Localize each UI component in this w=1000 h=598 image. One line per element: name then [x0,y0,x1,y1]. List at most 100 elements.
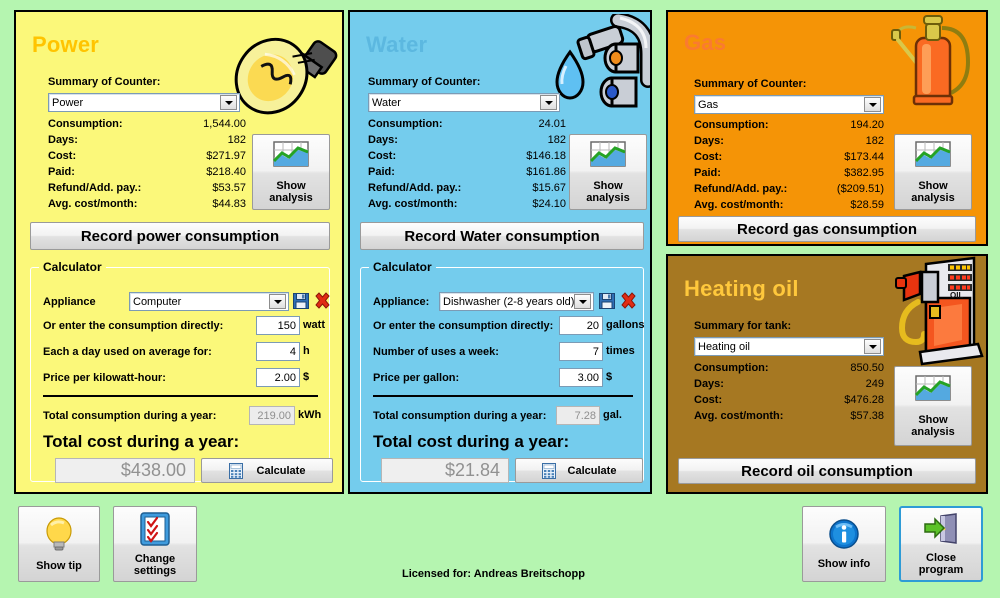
record-power-button[interactable]: Record power consumption [30,222,330,250]
summary-row-value: $161.86 [526,166,566,178]
record-oil-button[interactable]: Record oil consumption [678,458,976,484]
calculator-icon [541,462,556,479]
summary-row-label: Refund/Add. pay.: [368,182,462,194]
close-program-line1: Close [926,551,956,564]
show-analysis-line1: Show [918,179,948,192]
summary-row-label: Paid: [694,167,721,179]
summary-row-label: Paid: [48,166,75,178]
lightbulb-icon [44,516,74,555]
delete-icon[interactable] [314,292,331,312]
record-water-button[interactable]: Record Water consumption [360,222,644,250]
summary-row-label: Cost: [48,150,77,162]
appliance-select-power-value: Computer [133,295,182,308]
hours-per-day-input-power[interactable]: 4 [256,342,300,361]
checklist-icon [140,511,170,549]
summary-row: Paid: $161.86 [368,166,566,182]
total-consumption-label-water: Total consumption during a year: [373,410,547,422]
field-unit-power-2: $ [303,371,310,383]
summary-row: Days: 182 [694,135,884,151]
appliance-label-water: Appliance: [373,296,430,308]
summary-row: Refund/Add. pay.: $53.57 [48,182,246,198]
summary-table-water: Consumption: 24.01 Days: 182 Cost: $146.… [368,118,566,214]
summary-row-value: 24.01 [538,118,566,130]
chevron-down-icon[interactable] [540,95,557,110]
summary-row-value: $146.18 [526,150,566,162]
field-label-power-1: Each a day used on average for: [43,346,212,358]
appliance-select-power[interactable]: Computer [129,292,289,311]
exit-door-icon [923,512,959,548]
counter-select-power[interactable]: Power [48,93,240,112]
summary-row-value: 182 [865,135,884,147]
change-settings-button[interactable]: Change settings [113,506,197,582]
summary-row: Consumption: 850.50 [694,362,884,378]
delete-icon[interactable] [620,292,637,312]
show-analysis-button-gas[interactable]: Show analysis [894,134,972,210]
show-analysis-button-heating-oil[interactable]: Show analysis [894,366,972,446]
counter-select-water[interactable]: Water [368,93,560,112]
tank-select-heating-oil[interactable]: Heating oil [694,337,884,356]
summary-row: Consumption: 194.20 [694,119,884,135]
uses-per-week-input-water[interactable]: 7 [559,342,603,361]
price-input-power[interactable]: 2.00 [256,368,300,387]
info-icon [828,518,860,553]
field-unit-water-2: $ [606,371,613,383]
close-program-button[interactable]: Close program [899,506,983,582]
summary-label-water: Summary of Counter: [368,76,481,88]
panel-power: Power Summary of Counter: Power Consumpt… [14,10,344,494]
summary-label-heating-oil: Summary for tank: [694,320,792,332]
tank-select-heating-oil-value: Heating oil [698,340,750,353]
chevron-down-icon[interactable] [220,95,237,110]
summary-row: Avg. cost/month: $28.59 [694,199,884,215]
chevron-down-icon[interactable] [864,97,881,112]
total-consumption-unit-water: gal. [603,409,622,421]
show-analysis-line1: Show [918,413,948,426]
appliance-select-water[interactable]: Dishwasher (2-8 years old) [439,292,594,311]
save-icon[interactable] [599,293,615,312]
show-analysis-line2: analysis [911,425,955,438]
summary-row: Cost: $271.97 [48,150,246,166]
consumption-input-water[interactable]: 20 [559,316,603,335]
svg-text:OIL: OIL [950,291,963,300]
calculator-icon [228,462,243,479]
summary-row-label: Consumption: [694,362,769,374]
summary-row-value: $28.59 [850,199,884,211]
field-unit-water-0: gallons [606,319,645,331]
counter-select-gas[interactable]: Gas [694,95,884,114]
show-info-label: Show info [817,558,871,570]
save-icon[interactable] [293,293,309,312]
total-cost-label-power: Total cost during a year: [43,432,240,451]
show-tip-button[interactable]: Show tip [18,506,100,582]
summary-row: Consumption: 24.01 [368,118,566,134]
show-analysis-line1: Show [593,179,623,192]
chart-icon [589,140,626,176]
calculate-button-power[interactable]: Calculate [201,458,333,483]
summary-row-value: 194.20 [850,119,884,131]
appliance-label-power: Appliance [43,296,96,308]
summary-row-label: Avg. cost/month: [368,198,458,210]
total-cost-value-power: $438.00 [55,458,195,483]
show-info-button[interactable]: Show info [802,506,886,582]
chevron-down-icon[interactable] [574,294,591,309]
summary-row-value: $15.67 [532,182,566,194]
chevron-down-icon[interactable] [864,339,881,354]
consumption-input-power[interactable]: 150 [256,316,300,335]
summary-row-label: Days: [694,378,724,390]
show-analysis-button-power[interactable]: Show analysis [252,134,330,210]
chevron-down-icon[interactable] [269,294,286,309]
record-gas-button[interactable]: Record gas consumption [678,216,976,242]
summary-row: Days: 182 [48,134,246,150]
field-label-power-2: Price per kilowatt-hour: [43,372,166,384]
show-analysis-button-water[interactable]: Show analysis [569,134,647,210]
summary-row-label: Days: [368,134,398,146]
summary-row-label: Avg. cost/month: [694,410,784,422]
calculate-button-water[interactable]: Calculate [515,458,643,483]
total-cost-label-water: Total cost during a year: [373,432,570,451]
summary-table-heating-oil: Consumption: 850.50 Days: 249 Cost: $476… [694,362,884,426]
panel-water: Water Summary of Counter: Water Consumpt… [348,10,652,494]
license-text: Licensed for: Andreas Breitschopp [402,568,585,580]
summary-row-label: Consumption: [48,118,123,130]
summary-row-value: 249 [865,378,884,390]
summary-row-label: Consumption: [368,118,443,130]
price-input-water[interactable]: 3.00 [559,368,603,387]
calculator-caption-power: Calculator [39,260,106,274]
